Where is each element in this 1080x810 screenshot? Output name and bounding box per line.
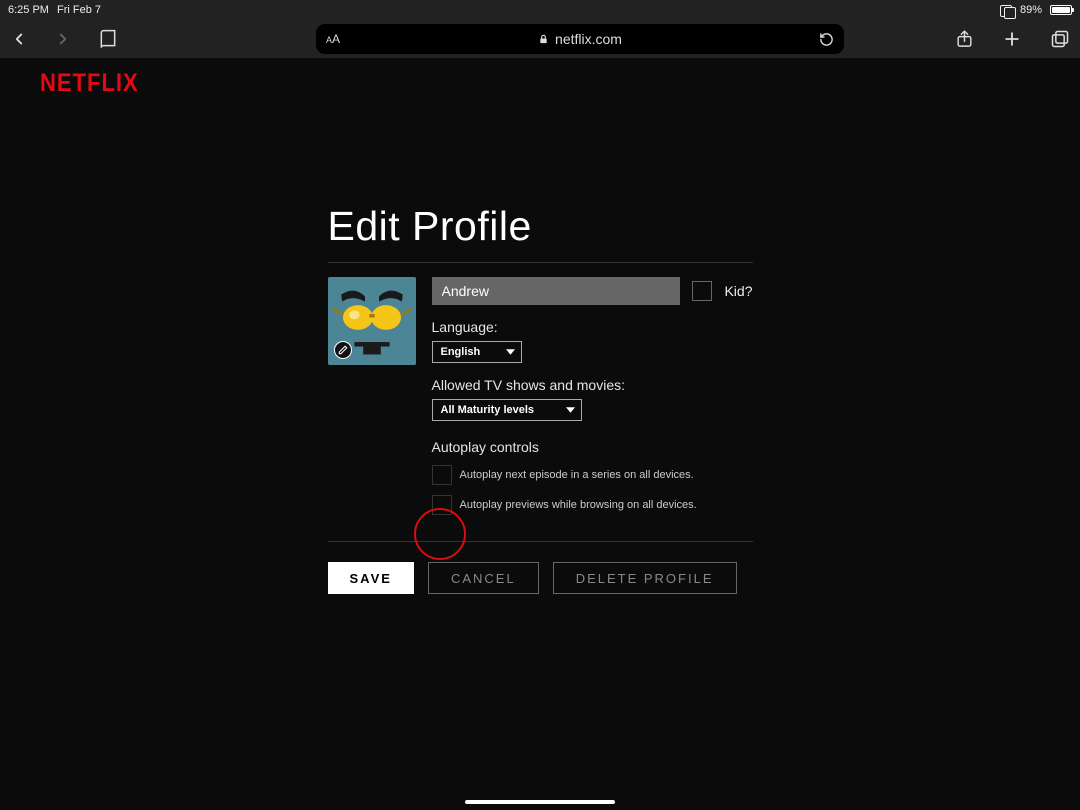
chevron-down-icon: [506, 349, 515, 355]
profile-name-input[interactable]: [432, 277, 681, 305]
netflix-header: NETFLIX: [0, 58, 1080, 108]
autoplay-title: Autoplay controls: [432, 439, 753, 455]
save-button[interactable]: SAVE: [328, 562, 414, 594]
autoplay-previews-label: Autoplay previews while browsing on all …: [460, 499, 697, 511]
avatar-container[interactable]: [328, 277, 416, 365]
divider: [328, 541, 753, 542]
edit-profile-panel: Edit Profile: [328, 203, 753, 594]
autoplay-previews-checkbox[interactable]: [432, 495, 452, 515]
text-size-icon[interactable]: AA: [326, 32, 340, 46]
language-select[interactable]: English: [432, 341, 522, 363]
status-date: Fri Feb 7: [57, 4, 101, 16]
battery-icon: [1048, 5, 1072, 15]
cancel-button[interactable]: CANCEL: [428, 562, 539, 594]
share-icon[interactable]: [955, 29, 974, 49]
autoplay-next-checkbox[interactable]: [432, 465, 452, 485]
tabs-icon[interactable]: [1050, 29, 1070, 49]
new-tab-icon[interactable]: [1002, 29, 1022, 49]
bookmarks-icon[interactable]: [98, 29, 118, 49]
page-title: Edit Profile: [328, 203, 753, 250]
reload-icon[interactable]: [819, 32, 834, 47]
status-time: 6:25 PM: [8, 4, 49, 16]
maturity-value: All Maturity levels: [441, 404, 535, 416]
browser-toolbar: AA netflix.com: [0, 20, 1080, 58]
maturity-select[interactable]: All Maturity levels: [432, 399, 582, 421]
delete-profile-button[interactable]: DELETE PROFILE: [553, 562, 737, 594]
maturity-label: Allowed TV shows and movies:: [432, 377, 753, 393]
kid-checkbox[interactable]: [692, 281, 712, 301]
privacy-report-icon: [1000, 5, 1014, 15]
battery-percent: 89%: [1020, 4, 1042, 16]
address-bar[interactable]: AA netflix.com: [316, 24, 844, 54]
kid-label: Kid?: [724, 283, 752, 299]
lock-icon: [538, 33, 549, 45]
language-label: Language:: [432, 319, 753, 335]
edit-avatar-icon[interactable]: [334, 341, 352, 359]
url-host: netflix.com: [555, 31, 622, 47]
chevron-down-icon: [566, 407, 575, 413]
language-value: English: [441, 346, 481, 358]
page-content: NETFLIX Edit Profile: [0, 58, 1080, 810]
netflix-logo[interactable]: NETFLIX: [40, 68, 139, 98]
status-bar: 6:25 PM Fri Feb 7 89%: [0, 0, 1080, 20]
forward-icon[interactable]: [54, 30, 72, 48]
divider: [328, 262, 753, 263]
home-indicator[interactable]: [465, 800, 615, 804]
autoplay-next-label: Autoplay next episode in a series on all…: [460, 469, 694, 481]
back-icon[interactable]: [10, 30, 28, 48]
